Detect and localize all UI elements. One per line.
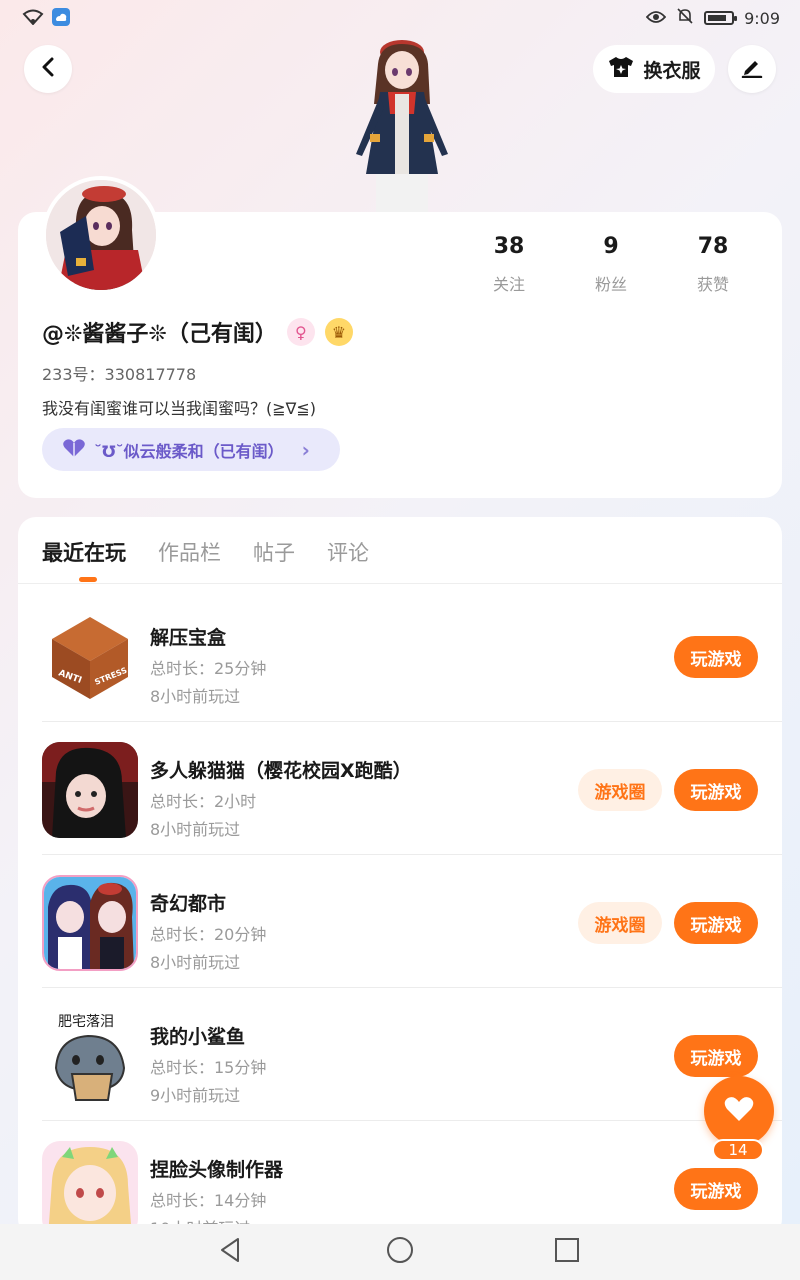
stat-likes[interactable]: 78 获赞 — [662, 234, 764, 295]
game-last-played: 9小时前玩过 — [150, 1086, 241, 1105]
chevron-left-icon — [40, 57, 56, 81]
wifi-icon — [22, 9, 44, 29]
change-outfit-label: 换衣服 — [643, 59, 701, 82]
change-outfit-button[interactable]: 换衣服 — [593, 45, 715, 93]
game-row-4[interactable]: 肥宅落泪 我的小鲨鱼 总时长：15分钟 9小时前玩过 玩游戏 — [42, 988, 782, 1121]
shark-icon-caption: 肥宅落泪 — [58, 1014, 114, 1030]
game-duration: 总时长：20分钟 — [150, 925, 267, 944]
eye-icon — [645, 9, 667, 28]
following-count: 38 — [493, 234, 525, 259]
user-bio: 我没有闺蜜谁可以当我闺蜜吗？(≧∇≦) — [42, 399, 317, 418]
fans-label: 粉丝 — [594, 275, 627, 294]
shirt-icon — [607, 55, 635, 84]
heart-icon — [724, 1096, 754, 1126]
game-icon-hide-and-seek — [42, 742, 138, 838]
back-button[interactable] — [24, 45, 72, 93]
play-game-button[interactable]: 玩游戏 — [674, 769, 758, 811]
game-last-played: 8小时前玩过 — [150, 687, 241, 706]
game-icon-little-shark: 肥宅落泪 — [42, 1008, 138, 1104]
user-id: 233号：330817778 — [42, 365, 197, 384]
nav-back-button[interactable] — [214, 1236, 246, 1268]
game-icon-fantasy-city — [42, 875, 138, 971]
tab-recently-played[interactable]: 最近在玩 — [42, 537, 126, 582]
stats-row: 38 关注 9 粉丝 78 获赞 — [458, 234, 764, 295]
character-figure — [340, 34, 465, 214]
game-duration: 总时长：25分钟 — [150, 659, 267, 678]
game-title: 多人躲猫猫（樱花校园X跑酷） — [150, 760, 412, 782]
game-row-3[interactable]: 奇幻都市 总时长：20分钟 8小时前玩过 游戏圈 玩游戏 — [42, 855, 782, 988]
play-game-button[interactable]: 玩游戏 — [674, 1035, 758, 1077]
game-title: 我的小鲨鱼 — [150, 1026, 246, 1048]
game-circle-button[interactable]: 游戏圈 — [578, 902, 662, 944]
nav-recents-button[interactable] — [551, 1236, 583, 1268]
chevron-right-icon: › — [301, 437, 310, 462]
female-icon: ♀ — [286, 318, 315, 346]
system-nav-bar — [0, 1224, 800, 1280]
play-game-button[interactable]: 玩游戏 — [674, 1168, 758, 1210]
triangle-back-icon — [218, 1237, 242, 1267]
status-time: 9:09 — [744, 8, 780, 28]
game-icon-face-avatar-maker — [42, 1141, 138, 1237]
circle-home-icon — [386, 1236, 414, 1268]
game-last-played: 8小时前玩过 — [150, 953, 241, 972]
game-duration: 总时长：15分钟 — [150, 1058, 267, 1077]
username: @❊酱酱子❊（己有闺） — [42, 322, 277, 347]
game-title: 捏脸头像制作器 — [150, 1159, 284, 1181]
game-title: 解压宝盒 — [150, 627, 227, 649]
game-title: 奇幻都市 — [150, 893, 227, 915]
crown-icon[interactable]: ♛ — [324, 318, 353, 346]
purple-heart-icon — [62, 438, 86, 462]
game-row-1[interactable]: ANTI STRESS 解压宝盒 总时长：25分钟 8小时前玩过 玩游戏 — [42, 589, 782, 722]
edit-profile-button[interactable] — [728, 45, 776, 93]
battery-icon — [704, 11, 738, 25]
game-row-5[interactable]: 捏脸头像制作器 总时长：14分钟 10小时前玩过 玩游戏 — [42, 1121, 782, 1237]
likes-count: 78 — [697, 234, 729, 259]
play-game-button[interactable]: 玩游戏 — [674, 636, 758, 678]
profile-tabs: 最近在玩 作品栏 帖子 评论 — [42, 537, 369, 582]
fans-count: 9 — [603, 234, 619, 259]
tab-works[interactable]: 作品栏 — [158, 537, 221, 567]
pen-icon — [741, 56, 763, 82]
likes-label: 获赞 — [696, 275, 729, 294]
stat-following[interactable]: 38 关注 — [458, 234, 560, 295]
game-duration: 总时长：2小时 — [150, 792, 257, 811]
tab-posts[interactable]: 帖子 — [253, 537, 295, 567]
game-last-played: 8小时前玩过 — [150, 820, 241, 839]
bestie-label: ˘Ʊ˘似云般柔和（已有闺） — [94, 441, 284, 461]
stat-fans[interactable]: 9 粉丝 — [560, 234, 662, 295]
tab-comments[interactable]: 评论 — [327, 537, 369, 567]
tabs-divider — [18, 583, 782, 584]
bestie-tag[interactable]: ˘Ʊ˘似云般柔和（已有闺） › — [42, 428, 340, 471]
game-duration: 总时长：14分钟 — [150, 1191, 267, 1210]
mute-bell-icon — [676, 7, 694, 29]
square-recents-icon — [554, 1237, 580, 1267]
nav-home-button[interactable] — [384, 1236, 416, 1268]
play-game-button[interactable]: 玩游戏 — [674, 902, 758, 944]
like-count-badge: 14 — [712, 1139, 764, 1161]
status-bar: 9:09 — [0, 0, 800, 36]
game-icon-anti-stress: ANTI STRESS — [42, 609, 138, 705]
avatar[interactable] — [42, 176, 160, 294]
game-row-2[interactable]: 多人躲猫猫（樱花校园X跑酷） 总时长：2小时 8小时前玩过 游戏圈 玩游戏 — [42, 722, 782, 855]
like-fab-button[interactable] — [704, 1076, 774, 1146]
game-circle-button[interactable]: 游戏圈 — [578, 769, 662, 811]
recent-games-card: 最近在玩 作品栏 帖子 评论 ANTI STRESS 解压宝盒 总时长：25分钟… — [18, 517, 782, 1237]
name-row: @❊酱酱子❊（己有闺） ♀ ♛ — [42, 316, 353, 348]
following-label: 关注 — [492, 275, 525, 294]
weather-app-icon — [52, 8, 70, 30]
